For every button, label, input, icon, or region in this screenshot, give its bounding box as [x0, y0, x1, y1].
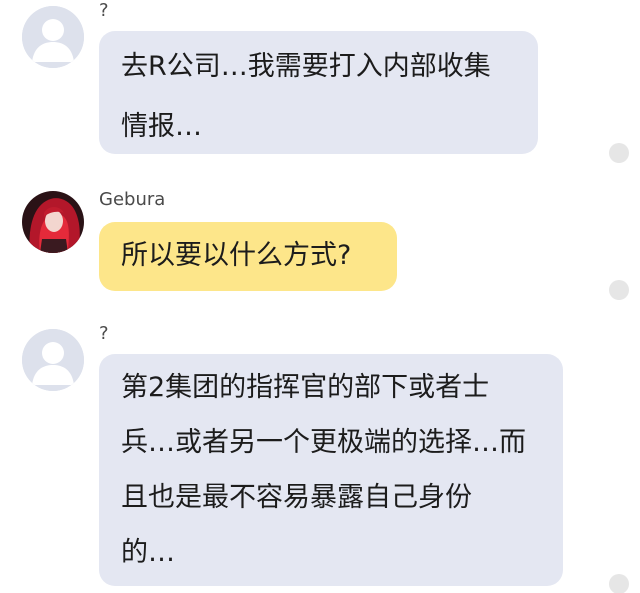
sender-name: ?	[99, 323, 109, 344]
user-avatar[interactable]	[22, 191, 84, 253]
default-user-icon	[22, 329, 84, 391]
sender-name: ?	[99, 0, 109, 21]
chat-conversation: ? 去R公司…我需要打入内部收集 情报… Gebura 所以要以什么方式? ? …	[0, 0, 640, 593]
read-status-dot	[609, 280, 629, 300]
message-bubble[interactable]: 所以要以什么方式?	[99, 222, 397, 291]
read-status-dot	[609, 143, 629, 163]
message-2: Gebura 所以要以什么方式?	[0, 185, 640, 305]
user-avatar[interactable]	[22, 6, 84, 68]
user-avatar[interactable]	[22, 329, 84, 391]
message-1: ? 去R公司…我需要打入内部收集 情报…	[0, 0, 640, 163]
default-user-icon	[22, 6, 84, 68]
gebura-avatar	[22, 191, 84, 253]
message-bubble[interactable]: 第2集团的指挥官的部下或者士 兵…或者另一个更极端的选择…而 且也是最不容易暴露…	[99, 354, 563, 586]
read-status-dot	[609, 574, 629, 593]
message-3: ? 第2集团的指挥官的部下或者士 兵…或者另一个更极端的选择…而 且也是最不容易…	[0, 321, 640, 593]
sender-name: Gebura	[99, 189, 166, 210]
message-bubble[interactable]: 去R公司…我需要打入内部收集 情报…	[99, 31, 538, 154]
